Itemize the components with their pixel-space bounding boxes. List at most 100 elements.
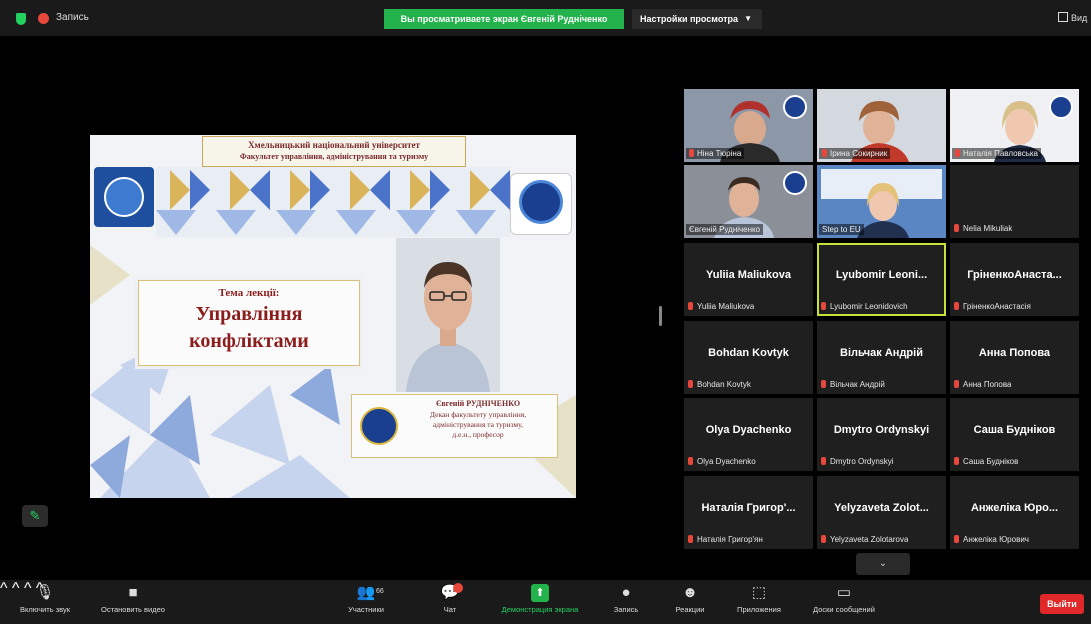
stop-video-button[interactable]: ■ Остановить видео bbox=[88, 584, 178, 614]
participants-count: 66 bbox=[376, 588, 384, 595]
participant-display-name: Dmytro Ordynskyi bbox=[833, 424, 930, 436]
participant-display-name: Анжеліка Юро... bbox=[970, 502, 1059, 514]
participants-button[interactable]: 👥 Участники bbox=[336, 584, 396, 614]
participant-display-name: Yelyzaveta Zolot... bbox=[834, 502, 929, 514]
participant-tile[interactable]: Анжеліка Юро... Анжеліка Юрович bbox=[950, 476, 1079, 549]
presentation-slide: Хмельницький національний університет Фа… bbox=[90, 135, 576, 498]
participant-tile-active-speaker[interactable]: Lyubomir Leoni... Lyubomir Leonidovich bbox=[817, 243, 946, 316]
participant-tile[interactable]: Bohdan Kovtyk Bohdan Kovtyk bbox=[684, 321, 813, 394]
chat-notification-badge bbox=[453, 583, 463, 593]
audio-options-caret[interactable]: ^ bbox=[0, 580, 8, 597]
muted-mic-icon bbox=[954, 535, 959, 543]
muted-mic-icon bbox=[821, 380, 826, 388]
gallery-scroll-down-button[interactable]: ⌄ bbox=[856, 553, 910, 575]
participant-tile[interactable]: Наталія Григор'... Наталія Григор'ян bbox=[684, 476, 813, 549]
whiteboards-label: Доски сообщений bbox=[813, 605, 875, 614]
participant-label: Ірина Сокирник bbox=[819, 148, 891, 159]
record-button[interactable]: ● Запись bbox=[606, 584, 646, 614]
video-tile[interactable]: Nelia Mikuliak bbox=[950, 165, 1079, 238]
view-options-dropdown[interactable]: Настройки просмотра ▼ bbox=[632, 9, 762, 29]
university-name: Хмельницький національний університет bbox=[248, 140, 420, 150]
participant-display-name: Bohdan Kovtyk bbox=[708, 347, 789, 359]
participant-logo-badge bbox=[1049, 95, 1073, 119]
reactions-icon: ☻ bbox=[682, 584, 698, 601]
participant-display-name: Olya Dyachenko bbox=[705, 424, 792, 436]
view-button[interactable]: Вид bbox=[1058, 12, 1087, 23]
participant-label: Євгеній Рудніченко bbox=[686, 224, 764, 235]
participant-tile[interactable]: Саша Будніков Саша Будніков bbox=[950, 398, 1079, 471]
participant-display-name: Вільчак Андрій bbox=[840, 347, 923, 359]
grid-icon bbox=[1058, 12, 1068, 22]
university-header: Хмельницький національний університет Фа… bbox=[202, 136, 466, 167]
participants-icon: 👥 bbox=[356, 584, 376, 601]
lecturer-role-line2: адміністрування та туризму, bbox=[432, 420, 524, 429]
participant-tile[interactable]: Yuliia Maliukova Yuliia Maliukova bbox=[684, 243, 813, 316]
participant-logo-badge bbox=[783, 171, 807, 195]
participant-display-name: Саша Будніков bbox=[973, 424, 1056, 436]
participant-tile[interactable]: Вільчак Андрій Вільчак Андрій bbox=[817, 321, 946, 394]
share-screen-label: Демонстрация экрана bbox=[501, 605, 579, 614]
recording-label: Запись bbox=[56, 12, 89, 23]
participant-label: Yuliia Maliukova bbox=[688, 302, 754, 311]
annotate-pencil-icon[interactable]: ✎ bbox=[22, 505, 48, 527]
video-tile[interactable]: Наталія Павловська bbox=[950, 89, 1079, 162]
chevron-down-icon: ⌄ bbox=[878, 558, 888, 569]
lecturer-info-box: Євгеній РУДНІЧЕНКО Декан факультету упра… bbox=[351, 394, 558, 458]
participants-label: Участники bbox=[348, 605, 384, 614]
muted-mic-icon bbox=[688, 302, 693, 310]
security-shield-icon[interactable] bbox=[16, 13, 26, 25]
participant-tile[interactable]: Olya Dyachenko Olya Dyachenko bbox=[684, 398, 813, 471]
chat-bubble-icon: 💬 bbox=[440, 584, 460, 601]
muted-mic-icon bbox=[955, 149, 960, 157]
top-bar: Запись Вы просматриваете экран Євгеній Р… bbox=[0, 0, 1091, 36]
participant-label: Dmytro Ordynskyi bbox=[821, 457, 894, 466]
participant-label: Ніна Тюріна bbox=[686, 148, 745, 159]
video-tile[interactable]: Євгеній Рудніченко bbox=[684, 165, 813, 238]
muted-mic-icon bbox=[821, 457, 826, 465]
leave-meeting-button[interactable]: Выйти bbox=[1040, 594, 1084, 614]
muted-mic-icon bbox=[821, 302, 826, 310]
recording-icon bbox=[38, 13, 49, 24]
view-button-label: Вид bbox=[1071, 13, 1088, 23]
lecturer-role-line1: Декан факультету управління, bbox=[429, 410, 527, 419]
participant-tile[interactable]: Анна Попова Анна Попова bbox=[950, 321, 1079, 394]
participant-label: Bohdan Kovtyk bbox=[688, 380, 751, 389]
participant-label: Nelia Mikuliak bbox=[954, 224, 1012, 233]
meeting-toolbar: 🎙 Включить звук ^ ■ Остановить видео ^ 👥… bbox=[0, 580, 1091, 624]
participant-tile[interactable]: Dmytro Ordynskyi Dmytro Ordynskyi bbox=[817, 398, 946, 471]
share-screen-icon: ⬆ bbox=[531, 584, 549, 602]
whiteboards-button[interactable]: ▭ Доски сообщений bbox=[800, 584, 888, 614]
university-emblem-icon bbox=[360, 407, 398, 445]
participant-label: Наталія Павловська bbox=[952, 148, 1041, 159]
participant-label: Саша Будніков bbox=[954, 457, 1018, 466]
participant-logo-badge bbox=[783, 95, 807, 119]
faculty-logo bbox=[510, 173, 572, 235]
share-screen-button[interactable]: ⬆ Демонстрация экрана bbox=[488, 584, 592, 614]
lecturer-role: Декан факультету управління, адмініструв… bbox=[402, 410, 554, 440]
chevron-down-icon: ▼ bbox=[744, 14, 752, 23]
apps-icon: ⬚ bbox=[751, 584, 767, 601]
video-camera-icon: ■ bbox=[128, 584, 138, 601]
panel-splitter-handle[interactable] bbox=[659, 306, 662, 326]
lecture-title-line1: Управління bbox=[195, 303, 303, 325]
video-tile[interactable]: Ірина Сокирник bbox=[817, 89, 946, 162]
lecture-title-line2: конфліктами bbox=[189, 330, 309, 352]
lecture-title-box: Тема лекції: Управління конфліктами bbox=[138, 280, 360, 366]
video-tile[interactable]: Step to EU bbox=[817, 165, 946, 238]
chat-button[interactable]: 💬 Чат bbox=[430, 584, 470, 614]
participant-label: Yelyzaveta Zolotarova bbox=[821, 535, 908, 544]
muted-mic-icon bbox=[822, 149, 827, 157]
unmute-button[interactable]: 🎙 Включить звук bbox=[8, 584, 82, 614]
apps-button[interactable]: ⬚ Приложения bbox=[728, 584, 790, 614]
participant-label: Анна Попова bbox=[954, 380, 1011, 389]
unmute-label: Включить звук bbox=[19, 605, 71, 614]
participant-label: Step to EU bbox=[819, 224, 864, 235]
participant-tile[interactable]: Yelyzaveta Zolot... Yelyzaveta Zolotarov… bbox=[817, 476, 946, 549]
video-tile[interactable]: Ніна Тюріна bbox=[684, 89, 813, 162]
muted-mic-icon bbox=[688, 457, 693, 465]
muted-mic-icon bbox=[821, 535, 826, 543]
apps-label: Приложения bbox=[737, 605, 781, 614]
participant-tile[interactable]: ГріненкоАнаста... ГріненкоАнастасія bbox=[950, 243, 1079, 316]
reactions-button[interactable]: ☻ Реакции bbox=[668, 584, 712, 614]
participant-display-name: Lyubomir Leoni... bbox=[835, 269, 928, 281]
